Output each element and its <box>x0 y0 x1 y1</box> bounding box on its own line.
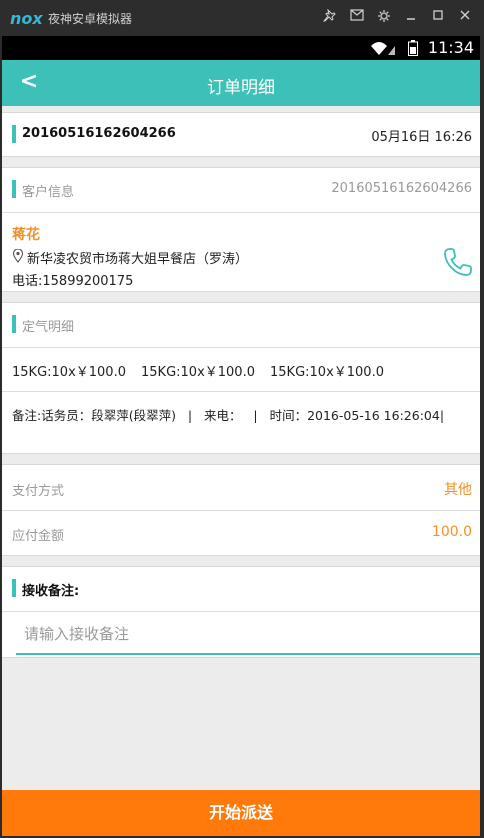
emulator-title: 夜神安卓模拟器 <box>48 12 133 26</box>
gas-section-label: 定气明细 <box>22 320 75 335</box>
location-pin-icon <box>12 248 24 267</box>
emulator-title-bar: nox 夜神安卓模拟器 <box>0 0 484 36</box>
minimize-icon[interactable] <box>402 9 420 27</box>
gas-remark: 备注:话务员：段翠萍(段翠萍) | 来电： | 时间：2016-05-16 16… <box>12 408 445 423</box>
divider <box>2 391 480 392</box>
payment-amount-value: 100.0 <box>431 524 472 540</box>
order-id: 20160516162604266 <box>22 126 176 141</box>
receive-remark-input[interactable]: 请输入接收备注 <box>16 613 480 655</box>
section-marker <box>12 315 16 333</box>
receive-remark-card: 接收备注: 请输入接收备注 <box>2 566 480 658</box>
phone-call-icon[interactable] <box>442 246 474 282</box>
receive-remark-label: 接收备注: <box>22 584 80 599</box>
section-marker <box>12 125 16 143</box>
receive-remark-field: 请输入接收备注 <box>2 613 480 657</box>
payment-amount-label: 应付金额 <box>12 529 65 544</box>
gas-item: 15KG:10x￥100.0 <box>270 365 384 380</box>
app-bar: < 订单明细 <box>2 60 480 106</box>
nox-logo: nox <box>10 9 43 28</box>
customer-section-value: 20160516162604266 <box>331 181 472 196</box>
wifi-signal-icon <box>370 40 396 60</box>
status-bar: 11:34 <box>2 36 480 60</box>
divider <box>2 347 480 348</box>
customer-section-label: 客户信息 <box>22 185 75 200</box>
payment-card: 支付方式 其他 应付金额 100.0 <box>2 464 480 556</box>
gas-detail-card: 定气明细 15KG:10x￥100.0 15KG:10x￥100.0 15KG:… <box>2 302 480 454</box>
section-marker <box>12 180 16 198</box>
phone-screen: 11:34 < 订单明细 20160516162604266 05月16日 16… <box>2 36 480 836</box>
payment-method-value: 其他 <box>444 482 472 498</box>
close-icon[interactable] <box>456 9 474 27</box>
payment-method-label: 支付方式 <box>12 484 65 499</box>
maximize-icon[interactable] <box>429 9 447 27</box>
divider <box>2 510 480 511</box>
order-header-card: 20160516162604266 05月16日 16:26 <box>2 112 480 157</box>
status-time: 11:34 <box>427 38 474 57</box>
start-delivery-button[interactable]: 开始派送 <box>2 790 480 836</box>
page-title: 订单明细 <box>207 78 275 98</box>
battery-icon <box>408 40 418 60</box>
order-date: 05月16日 16:26 <box>371 130 472 145</box>
section-marker <box>12 579 16 597</box>
gas-item: 15KG:10x￥100.0 <box>12 365 126 380</box>
pin-icon[interactable] <box>321 8 339 27</box>
divider <box>2 611 480 612</box>
customer-phone: 电话:15899200175 <box>12 274 134 289</box>
divider <box>2 212 480 213</box>
settings-icon[interactable] <box>375 9 393 27</box>
customer-name: 蒋花 <box>12 227 40 243</box>
customer-address: 新华凌农贸市场蒋大姐早餐店（罗涛） <box>27 252 249 267</box>
customer-card: 客户信息 20160516162604266 蒋花 新华凌农贸市场蒋大姐早餐店（… <box>2 167 480 292</box>
message-icon[interactable] <box>348 9 366 27</box>
gas-item: 15KG:10x￥100.0 <box>141 365 255 380</box>
